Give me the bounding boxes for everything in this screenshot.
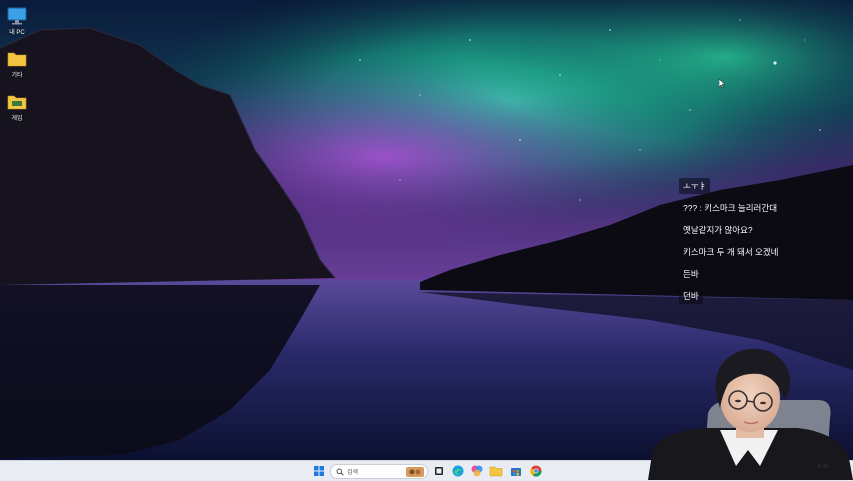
copilot-icon[interactable] (470, 464, 484, 478)
search-icon (336, 468, 344, 476)
desktop-icon-game-folder[interactable]: 게임 (2, 90, 32, 130)
desktop-icon-label: 게임 (11, 116, 23, 122)
taskbar-clock[interactable]: 6:46 (818, 464, 829, 470)
clock-time: 6:46 (818, 464, 829, 470)
file-explorer-icon[interactable] (489, 464, 503, 478)
monitor-icon (7, 7, 27, 25)
mouse-cursor-icon (719, 79, 726, 89)
chat-overlay: ㅗㅜㅑ ??? : 키스마크 늘리러간대 옛날같지가 않아요? 키스마크 두 개… (679, 176, 809, 308)
store-icon[interactable] (509, 464, 523, 478)
chat-message: 던바 (679, 288, 703, 304)
desktop-icon-other-folder[interactable]: 기타 (2, 47, 32, 87)
folder-icon (7, 95, 27, 110)
chrome-icon[interactable] (529, 464, 543, 478)
desktop-icon-my-pc[interactable]: 내 PC (2, 4, 32, 44)
windows-start-icon[interactable] (312, 464, 326, 478)
chat-message: ??? : 키스마크 늘리러간대 (679, 200, 782, 216)
taskbar-search-box[interactable]: 검색 (330, 464, 428, 479)
chat-message: 키스마크 두 개 돼서 오겠네 (679, 244, 783, 260)
chat-message: 옛날같지가 않아요? (679, 222, 757, 238)
chat-message: 든바 (679, 266, 703, 282)
desktop-icon-label: 기타 (11, 73, 23, 79)
desktop-icon-label: 내 PC (9, 30, 25, 36)
webcam-overlay (648, 348, 853, 480)
edge-icon[interactable] (451, 464, 465, 478)
folder-icon (7, 52, 27, 67)
task-view-icon[interactable] (432, 464, 446, 478)
chat-message: ㅗㅜㅑ (679, 178, 711, 194)
search-placeholder: 검색 (347, 470, 359, 476)
widget-icon (406, 466, 424, 477)
